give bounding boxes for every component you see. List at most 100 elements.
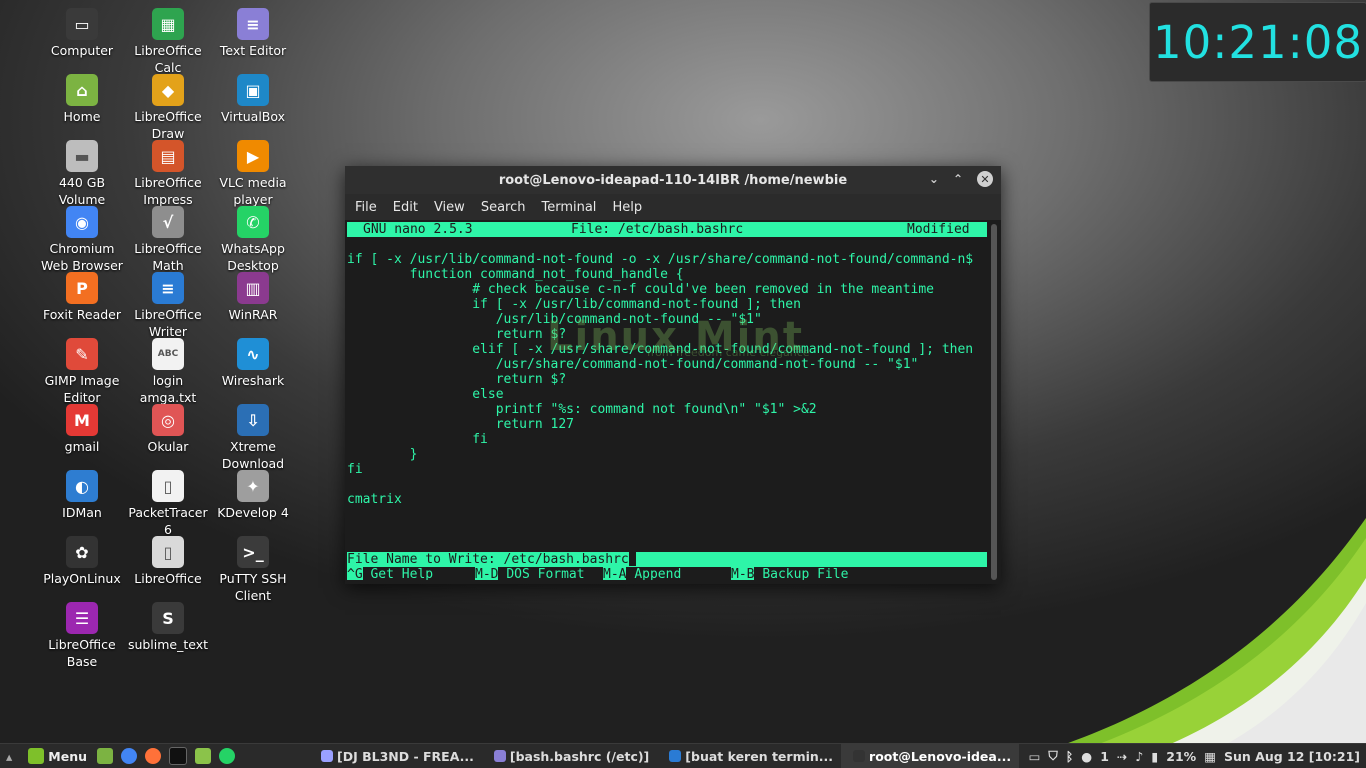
desktop-icon[interactable]: ✦ KDevelop 4 [210,470,296,521]
app-icon: ▦ [152,8,184,40]
app-icon: M [66,404,98,436]
desktop-icon[interactable]: ▣ VirtualBox [210,74,296,125]
desktop-icon[interactable]: ◐ IDMan [39,470,125,521]
whatsapp-launcher-icon[interactable] [219,748,235,764]
chromium-launcher-icon[interactable] [121,748,137,764]
desktop-icon[interactable]: ◎ Okular [125,404,211,455]
app-icon: ▬ [66,140,98,172]
workspace-icon[interactable]: ▭ [1029,749,1041,764]
code-line: fi [347,432,488,447]
code-line: function command_not_found_handle { [347,267,684,282]
desktop-icon[interactable]: ⌂ Home [39,74,125,125]
code-line: return 127 [347,417,574,432]
desktop-icon[interactable]: ▥ WinRAR [210,272,296,323]
app-icon: ◆ [152,74,184,106]
desktop-icon[interactable]: P Foxit Reader [39,272,125,323]
app-icon: ☰ [66,602,98,634]
show-desktop-button[interactable]: ▴ [0,744,18,768]
taskbar-window-button[interactable]: [buat keren termin... [657,744,841,768]
volume-icon[interactable]: ♪ [1135,749,1143,764]
desktop-icon[interactable]: Mgmail [39,404,125,455]
text-cursor [628,552,636,566]
notification-icon[interactable]: ● [1081,749,1092,764]
network-icon[interactable]: ⇢ [1117,749,1127,764]
desktop-icon-label: KDevelop 4 [217,505,289,520]
desktop-icon[interactable]: Ssublime_text [125,602,211,653]
desktop-icon[interactable]: ◆ LibreOffice Draw [125,74,211,142]
menu-terminal[interactable]: Terminal [533,200,604,215]
desktop-icon[interactable]: ✆ WhatsApp Desktop [210,206,296,274]
battery-icon[interactable]: ▮ [1151,749,1158,764]
shortcut-key: M-D [475,567,499,580]
files-launcher-icon[interactable] [195,748,211,764]
terminal-window[interactable]: root@Lenovo-ideapad-110-14IBR /home/newb… [345,166,1001,584]
taskbar: ▴ Menu [DJ BL3ND - FREA... [bash.bashrc (… [0,743,1366,768]
write-prompt[interactable]: File Name to Write: /etc/bash.bashrc [347,552,987,567]
desktop-icon[interactable]: ✿ PlayOnLinux [39,536,125,587]
taskbar-window-button[interactable]: root@Lenovo-idea... [841,744,1020,768]
shield-icon[interactable]: ⛉ [1048,748,1057,764]
code-line: } [347,447,418,462]
taskbar-window-label: root@Lenovo-idea... [869,748,1012,764]
desktop-icon[interactable]: ▯ LibreOffice [125,536,211,587]
battery-level: 21% [1166,748,1197,764]
app-icon: ✆ [237,206,269,238]
desktop-icon-label: LibreOffice Draw [134,109,202,141]
app-icon: ⇩ [237,404,269,436]
desktop-icon[interactable]: ☰ LibreOffice Base [39,602,125,670]
datetime[interactable]: Sun Aug 12 [10:21] [1224,749,1360,764]
desktop-icon[interactable]: ▬ 440 GB Volume [39,140,125,208]
desktop-icon[interactable]: ABC login amga.txt [125,338,211,406]
desktop-icon[interactable]: ▶ VLC media player [210,140,296,208]
desktop-icon[interactable]: ∿ Wireshark [210,338,296,389]
code-area[interactable]: if [ -x /usr/lib/command-not-found -o -x… [347,237,987,552]
terminal-scrollbar[interactable] [991,224,997,580]
firefox-launcher-icon[interactable] [145,748,161,764]
taskbar-window-button[interactable]: [bash.bashrc (/etc)] [482,744,657,768]
desktop-icon-label: WhatsApp Desktop [221,241,285,273]
menu-file[interactable]: File [347,200,385,215]
desktop-icon[interactable]: ▦ LibreOffice Calc [125,8,211,76]
system-tray: ▭ ⛉ ᛒ ● 1 ⇢ ♪ ▮ 21% ▦ Sun Aug 12 [10:21] [1029,748,1366,764]
shortcut-row: ^G Get Help M-D DOS Format M-A Append M-B B… [347,567,987,580]
menu-search[interactable]: Search [473,200,534,215]
code-line: if [ -x /usr/lib/command-not-found -o -x… [347,252,974,267]
desktop-icon[interactable]: ▭ Computer [39,8,125,59]
desktop-icon[interactable]: ≡ Text Editor [210,8,296,59]
desktop-icon-label: LibreOffice Impress [134,175,202,207]
terminal-launcher-icon[interactable] [169,747,187,765]
desktop-icon[interactable]: ▯ PacketTracer 6 [125,470,211,538]
app-icon: ≡ [237,8,269,40]
prompt-text: File Name to Write: /etc/bash.bashrc [347,552,629,567]
minimize-icon[interactable]: ⌄ [929,172,939,186]
desktop-icon-label: 440 GB Volume [58,175,106,207]
desktop-icon[interactable]: ≡ LibreOffice Writer [125,272,211,340]
menu-label: Menu [48,748,87,764]
nano-header-bar: GNU nano 2.5.3 File: /etc/bash.bashrc Mo… [347,222,987,237]
terminal-titlebar[interactable]: root@Lenovo-ideapad-110-14IBR /home/newb… [345,166,1001,194]
terminal-icon [853,750,866,762]
menu-help[interactable]: Help [604,200,650,215]
desktop-icon[interactable]: ▤ LibreOffice Impress [125,140,211,208]
desktop-icon[interactable]: ◉ Chromium Web Browser [39,206,125,274]
desktop-icon[interactable]: √ LibreOffice Math [125,206,211,274]
menu-view[interactable]: View [426,200,473,215]
shortcut-item: M-B Backup File [731,567,848,580]
terminal-content[interactable]: GNU nano 2.5.3 File: /etc/bash.bashrc Mo… [347,222,987,580]
desktop-icon-label: GIMP Image Editor [44,373,120,405]
close-icon[interactable]: ✕ [977,171,993,187]
app-icon: ABC [152,338,184,370]
app-icon: ⌂ [66,74,98,106]
desktop-icon[interactable]: >_ PuTTY SSH Client [210,536,296,604]
taskbar-window-label: [bash.bashrc (/etc)] [509,748,650,764]
desktop-icon[interactable]: ✎ GIMP Image Editor [39,338,125,406]
maximize-icon[interactable]: ⌃ [953,172,963,186]
menu-edit[interactable]: Edit [385,200,426,215]
bluetooth-icon[interactable]: ᛒ [1066,749,1074,764]
app-icon: ▥ [237,272,269,304]
shortcut-label: Append [634,567,682,580]
show-desktop-icon[interactable] [97,748,113,764]
taskbar-window-button[interactable]: [DJ BL3ND - FREA... [309,744,482,768]
menu-button[interactable]: Menu [18,744,93,768]
